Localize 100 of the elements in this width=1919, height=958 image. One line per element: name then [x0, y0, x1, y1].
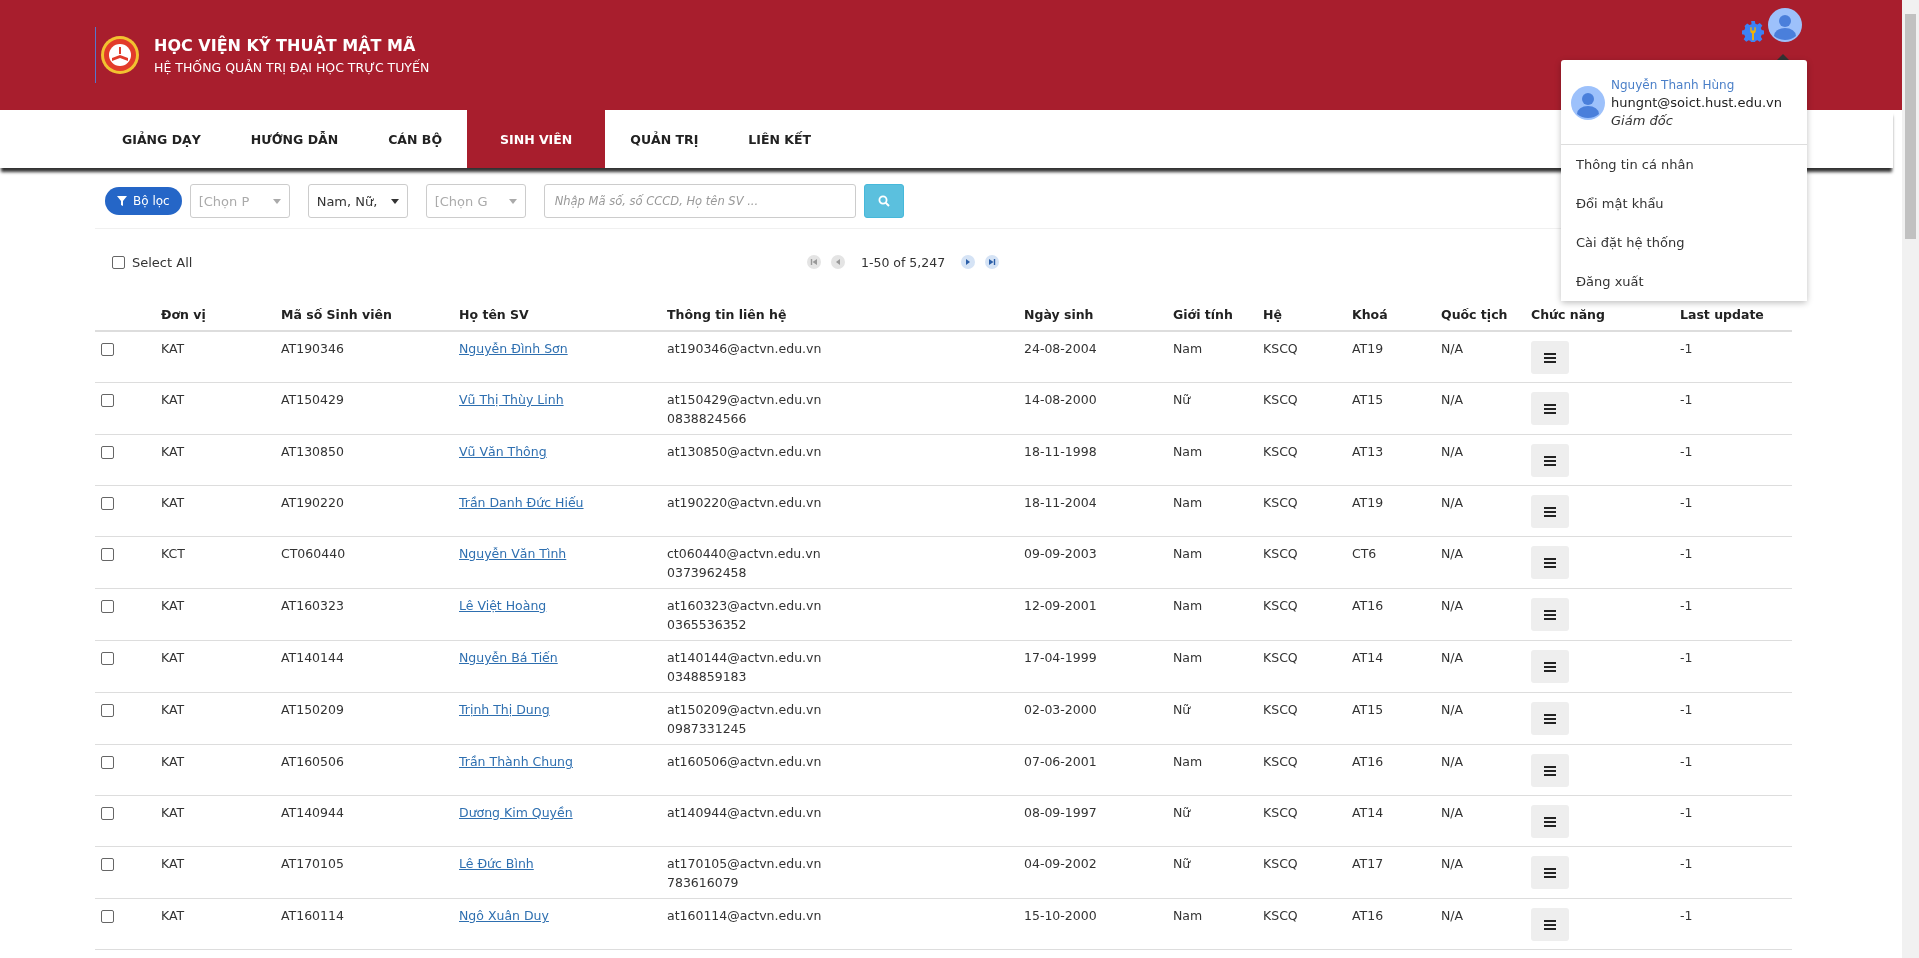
- first-page-icon[interactable]: [807, 255, 821, 269]
- actions-menu-button[interactable]: [1531, 444, 1569, 477]
- select-all-label[interactable]: Select All: [132, 254, 193, 270]
- row-checkbox[interactable]: [101, 756, 114, 769]
- last-page-icon[interactable]: [985, 255, 1000, 269]
- column-header: Chức năng: [1531, 307, 1606, 322]
- table-cell-text: 08-09-1997: [1024, 804, 1098, 822]
- nav-tab[interactable]: QUẢN TRỊ: [605, 110, 724, 168]
- table-cell-text: -1: [1680, 597, 1694, 615]
- table-cell-text: N/A: [1441, 494, 1465, 512]
- column-header: Đơn vị: [161, 307, 207, 322]
- student-name-link[interactable]: Nguyễn Bá Tiến: [459, 650, 558, 665]
- actions-menu-button[interactable]: [1531, 495, 1569, 528]
- row-checkbox[interactable]: [101, 652, 114, 665]
- student-name-link[interactable]: Trần Danh Đức Hiếu: [459, 495, 584, 510]
- filter-icon: [117, 196, 127, 206]
- table-cell-text: -1: [1680, 907, 1694, 925]
- actions-menu-button[interactable]: [1531, 392, 1569, 425]
- table-cell-text: N/A: [1441, 855, 1465, 873]
- actions-menu-button[interactable]: [1531, 754, 1569, 787]
- user-avatar-icon[interactable]: [1768, 8, 1802, 42]
- student-name-link[interactable]: Vũ Thị Thùy Linh: [459, 392, 564, 407]
- student-name-link[interactable]: Trần Thành Chung: [459, 754, 573, 769]
- caret-icon: [508, 198, 517, 204]
- row-checkbox[interactable]: [101, 910, 114, 923]
- student-name-link[interactable]: Nguyễn Đình Sơn: [459, 341, 568, 356]
- filter-button[interactable]: Bộ lọc: [105, 187, 182, 215]
- nav-tab[interactable]: HƯỚNG DẪN: [225, 110, 364, 168]
- table-cell-text: -1: [1680, 855, 1694, 873]
- table-cell-text: N/A: [1441, 340, 1465, 358]
- nav-tab[interactable]: LIÊN KẾT: [723, 110, 837, 168]
- next-page-icon[interactable]: [961, 255, 976, 269]
- table-cell-text: KAT: [161, 597, 186, 615]
- table-cell-text: N/A: [1441, 804, 1465, 822]
- column-header: Last update: [1680, 307, 1765, 322]
- actions-menu-button[interactable]: [1531, 598, 1569, 631]
- menu-item[interactable]: Đổi mật khẩu: [1561, 184, 1807, 223]
- table-cell-text: KAT: [161, 391, 186, 409]
- search-field[interactable]: Nhập Mã số, số CCCD, Họ tên SV ...: [543, 184, 856, 218]
- table-cell-text: AT16: [1352, 907, 1385, 925]
- menu-item[interactable]: Đăng xuất: [1561, 262, 1807, 301]
- dropdown-select[interactable]: Nam, Nữ,: [307, 184, 408, 218]
- table-cell-text: AT16: [1352, 753, 1385, 771]
- scrollbar[interactable]: [1902, 0, 1919, 958]
- row-checkbox[interactable]: [101, 497, 114, 510]
- nav-tab[interactable]: GIẢNG DẠY: [97, 110, 226, 168]
- row-checkbox[interactable]: [101, 446, 114, 459]
- actions-menu-button[interactable]: [1531, 908, 1569, 941]
- menu-item[interactable]: Cài đặt hệ thống: [1561, 223, 1807, 262]
- table-cell-text: AT16: [1352, 597, 1385, 615]
- student-name-link[interactable]: Ngô Xuân Duy: [459, 908, 549, 923]
- table-cell-text: 04-09-2002: [1024, 855, 1098, 873]
- table-cell-text: 12-09-2001: [1024, 597, 1098, 615]
- actions-menu-button[interactable]: [1531, 702, 1569, 735]
- email-text: ct060440@actvn.edu.vn: [667, 546, 822, 561]
- student-name-link[interactable]: Vũ Văn Thông: [459, 444, 547, 459]
- menu-item[interactable]: Thông tin cá nhân: [1561, 145, 1807, 184]
- table-cell-text: AT15: [1352, 701, 1385, 719]
- actions-menu-button[interactable]: [1531, 805, 1569, 838]
- student-name-link[interactable]: Lê Việt Hoàng: [459, 598, 547, 613]
- checkbox[interactable]: [112, 255, 125, 269]
- actions-menu-button[interactable]: [1531, 546, 1569, 579]
- nav-tab[interactable]: CÁN BỘ: [363, 110, 467, 168]
- actions-menu-button[interactable]: [1531, 341, 1569, 374]
- student-name-link[interactable]: Nguyễn Văn Tình: [459, 546, 567, 561]
- settings-icon[interactable]: [1742, 20, 1764, 42]
- menu-icon: [1544, 455, 1556, 466]
- row-checkbox[interactable]: [101, 600, 114, 613]
- row-checkbox[interactable]: [101, 548, 114, 561]
- table-cell-text: AT140144: [281, 649, 345, 667]
- row-checkbox[interactable]: [101, 807, 114, 820]
- row-checkbox[interactable]: [101, 394, 114, 407]
- nav-tab[interactable]: SINH VIÊN: [467, 110, 606, 168]
- table-cell-text: 18-11-2004: [1024, 494, 1098, 512]
- row-checkbox[interactable]: [101, 343, 114, 356]
- table-cell-text: AT19: [1352, 494, 1385, 512]
- actions-menu-button[interactable]: [1531, 650, 1569, 683]
- previous-page-icon[interactable]: [831, 255, 845, 269]
- row-checkbox[interactable]: [101, 858, 114, 871]
- menu-icon: [1544, 557, 1556, 568]
- table-cell-text: KSCQ: [1263, 649, 1299, 667]
- row-checkbox[interactable]: [101, 704, 114, 717]
- actions-menu-button[interactable]: [1531, 856, 1569, 889]
- table-cell-text: KAT: [161, 340, 186, 358]
- table-cell-text: N/A: [1441, 753, 1465, 771]
- table-cell-text: Nam: [1173, 649, 1204, 667]
- email-text: at190220@actvn.edu.vn: [667, 495, 823, 510]
- student-name-link[interactable]: Trịnh Thị Dung: [459, 702, 550, 717]
- table-cell-text: N/A: [1441, 545, 1465, 563]
- table-cell-text: KSCQ: [1263, 545, 1299, 563]
- email-text: at170105@actvn.edu.vn: [667, 856, 823, 871]
- student-name-link[interactable]: Lê Đức Bình: [459, 856, 534, 871]
- table-cell-text: KAT: [161, 907, 186, 925]
- table-cell-text: AT190346: [281, 340, 345, 358]
- table-cell-text: KAT: [161, 494, 186, 512]
- student-name-link[interactable]: Dương Kim Quyền: [459, 805, 573, 820]
- table-cell-text: 17-04-1999: [1024, 649, 1098, 667]
- phone-text: 0365536352: [667, 617, 748, 632]
- phone-text: 0373962458: [667, 565, 748, 580]
- table-cell-text: Nam: [1173, 443, 1204, 461]
